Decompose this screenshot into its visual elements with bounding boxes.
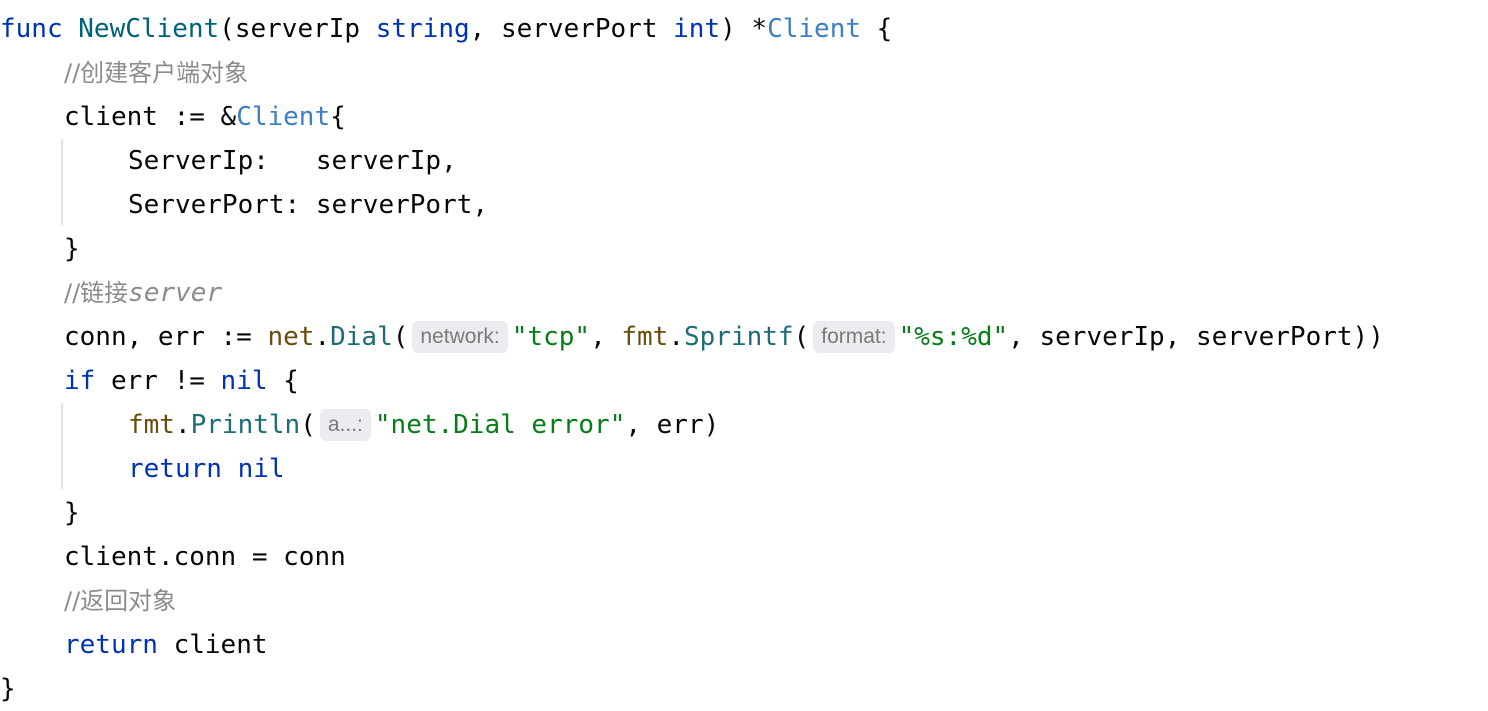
punct: .	[314, 322, 331, 352]
package-ref[interactable]: fmt	[128, 410, 175, 440]
param-type[interactable]: int	[673, 14, 720, 44]
code-text: conn, err :=	[64, 322, 268, 352]
parameter-hint: a...:	[319, 409, 371, 441]
comment: //链接	[64, 279, 129, 307]
keyword-nil: nil	[221, 454, 285, 484]
code-line-16: }	[0, 667, 1488, 711]
code-text: err !=	[95, 366, 221, 396]
string-literal: "net.Dial error"	[374, 410, 626, 440]
punct: (	[219, 14, 235, 44]
punct: .	[174, 410, 191, 440]
code-line-5: ServerPort: serverPort,	[0, 183, 1488, 227]
code-text: client	[157, 630, 268, 660]
code-line-10: fmt.Println(a...: "net.Dial error", err)	[0, 403, 1488, 447]
keyword-return: return	[128, 454, 222, 484]
code-text: , err)	[625, 410, 720, 440]
punct: {	[267, 366, 299, 396]
code-text: client.conn = conn	[64, 542, 346, 572]
punct: .	[668, 322, 684, 352]
keyword-func: func	[0, 14, 63, 44]
string-literal: "tcp"	[511, 322, 591, 352]
comment: //返回对象	[64, 587, 177, 615]
code-text: }	[64, 498, 80, 528]
code-editor[interactable]: func NewClient(serverIp string, serverPo…	[0, 7, 1488, 711]
code-line-9: if err != nil {	[0, 359, 1488, 403]
method-call[interactable]: Println	[191, 410, 301, 440]
code-line-2: //创建客户端对象	[0, 51, 1488, 95]
code-text: ServerIp: serverIp,	[128, 146, 457, 176]
punct: (	[300, 410, 316, 440]
code-text: client := &	[64, 102, 237, 132]
keyword-if: if	[64, 366, 96, 396]
punct: (	[392, 322, 409, 352]
comment-word: server	[128, 278, 223, 308]
keyword-nil: nil	[220, 366, 268, 396]
code-line-7: //链接server	[0, 271, 1488, 315]
type-ref[interactable]: Client	[236, 102, 330, 132]
code-text: }	[64, 234, 80, 264]
param-type[interactable]: string	[376, 14, 470, 44]
code-line-8: conn, err := net.Dial(network: "tcp", fmt…	[0, 315, 1488, 359]
code-line-13: client.conn = conn	[0, 535, 1488, 579]
parameter-hint: network:	[412, 321, 508, 353]
string-literal: "%s:%d"	[898, 322, 1009, 352]
punct: {	[330, 102, 346, 132]
parameter-hint: format:	[813, 321, 895, 353]
code-line-14: //返回对象	[0, 579, 1488, 623]
code-line-1: func NewClient(serverIp string, serverPo…	[0, 7, 1488, 51]
method-call[interactable]: Sprintf	[684, 322, 794, 352]
punct: ,	[469, 14, 501, 44]
punct: ) *	[720, 14, 768, 44]
code-line-12: }	[0, 491, 1488, 535]
return-type[interactable]: Client	[767, 14, 861, 44]
punct: {	[861, 14, 893, 44]
comment: //创建客户端对象	[64, 59, 249, 87]
code-line-4: ServerIp: serverIp,	[0, 139, 1488, 183]
code-line-6: }	[0, 227, 1488, 271]
keyword-return: return	[64, 630, 158, 660]
package-ref[interactable]: fmt	[621, 322, 668, 352]
param-name[interactable]: serverIp	[235, 14, 360, 44]
function-name[interactable]: NewClient	[78, 14, 219, 44]
param-name[interactable]: serverPort	[501, 14, 658, 44]
code-text: , serverIp, serverPort))	[1008, 322, 1384, 352]
code-line-15: return client	[0, 623, 1488, 667]
punct: ,	[590, 322, 622, 352]
code-text: }	[0, 674, 16, 704]
code-line-11: return nil	[0, 447, 1488, 491]
code-line-3: client := &Client{	[0, 95, 1488, 139]
package-ref[interactable]: net	[268, 322, 315, 352]
code-text: ServerPort: serverPort,	[128, 190, 489, 220]
method-call[interactable]: Dial	[330, 322, 393, 352]
punct: (	[793, 322, 810, 352]
